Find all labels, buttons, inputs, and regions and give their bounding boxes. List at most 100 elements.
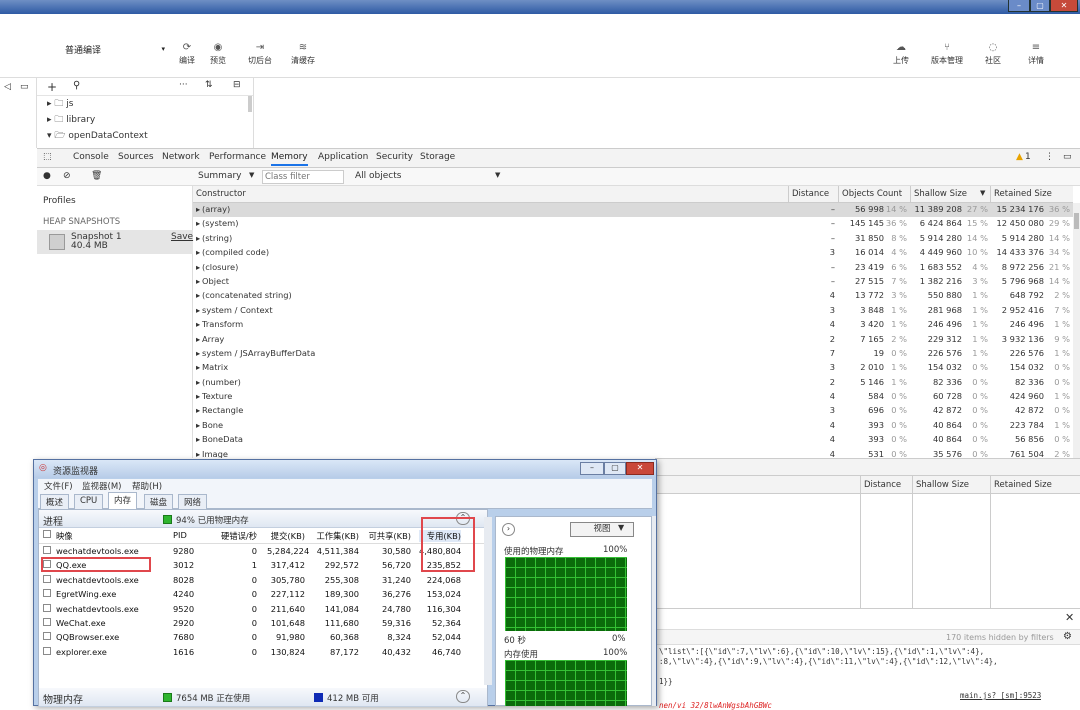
view-select[interactable]: Summary <box>198 171 242 181</box>
heap-row[interactable]: ▸ Object – 27 515 7 % 1 382 216 3 % 5 796 968 1… <box>193 275 1073 289</box>
minimize-button[interactable]: – <box>580 462 604 475</box>
version-button[interactable]: ⑂ 版本管理 <box>926 42 968 66</box>
tab-network[interactable]: 网络 <box>178 494 208 509</box>
tab-performance[interactable]: Performance <box>209 152 266 162</box>
menu-help[interactable]: 帮助(H) <box>132 480 162 492</box>
col-image[interactable]: 映像 <box>56 530 73 542</box>
col-objects-count[interactable]: Objects Count <box>838 186 910 203</box>
tab-memory[interactable]: Memory <box>271 152 308 166</box>
close-icon[interactable]: ✕ <box>1065 611 1074 624</box>
col-working-set[interactable]: 工作集(KB) <box>313 530 360 542</box>
window-icon[interactable]: ▭ <box>20 82 29 92</box>
col-shareable[interactable]: 可共享(KB) <box>365 530 412 542</box>
compile-button[interactable]: ⟳ 编译 <box>176 42 198 66</box>
snapshot-item[interactable]: Snapshot 1 40.4 MB Save <box>37 230 193 254</box>
more-icon[interactable]: ··· <box>179 80 188 90</box>
col-shallow-size[interactable]: Shallow Size <box>910 186 990 203</box>
collapse-all-icon[interactable]: ⊟ <box>233 80 241 90</box>
tree-item-library[interactable]: ▸ 🗀 library <box>37 112 253 128</box>
ret-col-shallow[interactable]: Shallow Size <box>912 476 990 494</box>
pane-splitter[interactable] <box>248 96 252 112</box>
select-all-checkbox[interactable] <box>43 530 51 538</box>
upload-button[interactable]: ☁ 上传 <box>888 42 914 66</box>
minimize-button[interactable]: – <box>1008 0 1030 12</box>
tab-storage[interactable]: Storage <box>420 152 455 162</box>
tab-console[interactable]: Console <box>73 152 109 162</box>
process-row[interactable]: WeChat.exe 2920 0 101,648 111,680 59,316 52,36… <box>39 616 487 630</box>
heap-row[interactable]: ▸ Texture 4 584 0 % 60 728 0 % 424 960 1 % <box>193 390 1073 404</box>
tab-sources[interactable]: Sources <box>118 152 154 162</box>
details-button[interactable]: ≡ 详情 <box>1022 42 1050 66</box>
heap-scrollbar[interactable] <box>1073 203 1080 458</box>
preview-button[interactable]: ◉ 预览 <box>205 42 231 66</box>
heap-row[interactable]: ▸ Transform 4 3 420 1 % 246 496 1 % 246 496 1 % <box>193 318 1073 332</box>
process-checkbox[interactable] <box>43 617 51 626</box>
heap-row[interactable]: ▸ Matrix 3 2 010 1 % 154 032 0 % 154 032 0 % <box>193 361 1073 375</box>
heap-row[interactable]: ▸ (system) – 145 145 36 % 6 424 864 15 % 12 45… <box>193 217 1073 231</box>
warning-icon[interactable]: ▲ <box>1016 152 1023 162</box>
col-retained-size[interactable]: Retained Size <box>990 186 1073 203</box>
process-checkbox[interactable] <box>43 646 51 655</box>
tree-item-js[interactable]: ▸ 🗀 js <box>37 96 253 112</box>
process-checkbox[interactable] <box>43 632 51 641</box>
heap-row[interactable]: ▸ (concatenated string) 4 13 772 3 % 550 880… <box>193 289 1073 303</box>
community-button[interactable]: ◌ 社区 <box>980 42 1006 66</box>
compile-mode-select[interactable]: 普通编译 ▾ <box>65 42 169 56</box>
col-constructor[interactable]: Constructor <box>193 186 788 203</box>
inspect-icon[interactable]: ⬚ <box>43 152 52 162</box>
tab-security[interactable]: Security <box>376 152 413 162</box>
heap-row[interactable]: ▸ (array) – 56 998 14 % 11 389 208 27 % 15 234… <box>193 203 1073 218</box>
tab-application[interactable]: Application <box>318 152 368 162</box>
gear-icon[interactable]: ⚙ <box>1063 631 1072 642</box>
heap-row[interactable]: ▸ BoneData 4 393 0 % 40 864 0 % 56 856 0 % <box>193 433 1073 447</box>
source-link[interactable]: main.js? [sm]:9523 <box>960 691 1041 700</box>
tree-item-opendatacontext[interactable]: ▾ 🗁 openDataContext <box>37 128 253 140</box>
maximize-button[interactable]: ▢ <box>1030 0 1050 12</box>
heap-row[interactable]: ▸ (closure) – 23 419 6 % 1 683 552 4 % 8 972 2… <box>193 261 1073 275</box>
graphs-scrollbar[interactable] <box>652 516 656 706</box>
heap-row[interactable]: ▸ Image 4 531 0 % 35 576 0 % 761 504 2 % <box>193 448 1073 458</box>
heap-row[interactable]: ▸ (number) 2 5 146 1 % 82 336 0 % 82 336 0 % <box>193 376 1073 390</box>
clear-cache-button[interactable]: ≋ 清缓存 <box>287 42 319 66</box>
ret-col-retained[interactable]: Retained Size <box>990 476 1080 494</box>
menu-monitor[interactable]: 监视器(M) <box>82 480 121 492</box>
process-row[interactable]: wechatdevtools.exe 9520 0 211,640 141,084 24,… <box>39 602 487 616</box>
maximize-button[interactable]: ▢ <box>604 462 626 475</box>
objects-select[interactable]: All objects <box>355 171 401 181</box>
add-icon[interactable]: + <box>47 80 57 94</box>
expand-icon[interactable]: › <box>502 523 515 536</box>
tab-network[interactable]: Network <box>162 152 200 162</box>
collapse-icon[interactable]: ◁ <box>4 82 11 92</box>
dock-icon[interactable]: ▭ <box>1063 152 1072 162</box>
process-row[interactable]: QQBrowser.exe 7680 0 91,980 60,368 8,324 52,04… <box>39 630 487 644</box>
col-hard-faults[interactable]: 硬错误/秒 <box>211 530 257 542</box>
process-checkbox[interactable] <box>43 574 51 583</box>
view-button[interactable]: 视图 <box>570 522 634 537</box>
heap-row[interactable]: ▸ Bone 4 393 0 % 40 864 0 % 223 784 1 % <box>193 419 1073 433</box>
clear-icon[interactable]: ⊘ <box>63 171 71 181</box>
col-pid[interactable]: PID <box>173 530 187 540</box>
background-button[interactable]: ⇥ 切后台 <box>244 42 276 66</box>
heap-row[interactable]: ▸ (string) – 31 850 8 % 5 914 280 14 % 5 914 2… <box>193 232 1073 246</box>
process-checkbox[interactable] <box>43 589 51 598</box>
physical-memory-header[interactable]: 物理内存 7654 MB 正在使用 412 MB 可用 ⌃ <box>39 688 487 707</box>
process-section-header[interactable]: 进程 94% 已用物理内存 ⌃ <box>39 510 487 528</box>
search-icon[interactable]: ⚲ <box>73 80 80 91</box>
record-icon[interactable]: ● <box>43 171 51 181</box>
scrollbar-thumb[interactable] <box>1074 213 1079 229</box>
col-distance[interactable]: Distance <box>788 186 838 203</box>
process-checkbox[interactable] <box>43 546 51 554</box>
heap-row[interactable]: ▸ (compiled code) 3 16 014 4 % 4 449 960 10 %… <box>193 246 1073 260</box>
heap-row[interactable]: ▸ system / Context 3 3 848 1 % 281 968 1 % 2 9… <box>193 304 1073 318</box>
heap-row[interactable]: ▸ Array 2 7 165 2 % 229 312 1 % 3 932 136 9 % <box>193 333 1073 347</box>
process-row[interactable]: EgretWing.exe 4240 0 227,112 189,300 36,276 15… <box>39 587 487 601</box>
heap-row[interactable]: ▸ system / JSArrayBufferData 7 19 0 % 226 57… <box>193 347 1073 361</box>
process-scrollbar[interactable] <box>484 517 492 685</box>
close-window-button[interactable]: ✕ <box>1050 0 1078 12</box>
col-commit[interactable]: 提交(KB) <box>267 530 305 542</box>
tab-memory[interactable]: 内存 <box>108 492 138 509</box>
sort-icon[interactable]: ⇅ <box>205 80 213 90</box>
menu-file[interactable]: 文件(F) <box>44 480 73 492</box>
ret-col-distance[interactable]: Distance <box>860 476 912 494</box>
process-row[interactable]: explorer.exe 1616 0 130,824 87,172 40,432 46,7… <box>39 645 487 659</box>
